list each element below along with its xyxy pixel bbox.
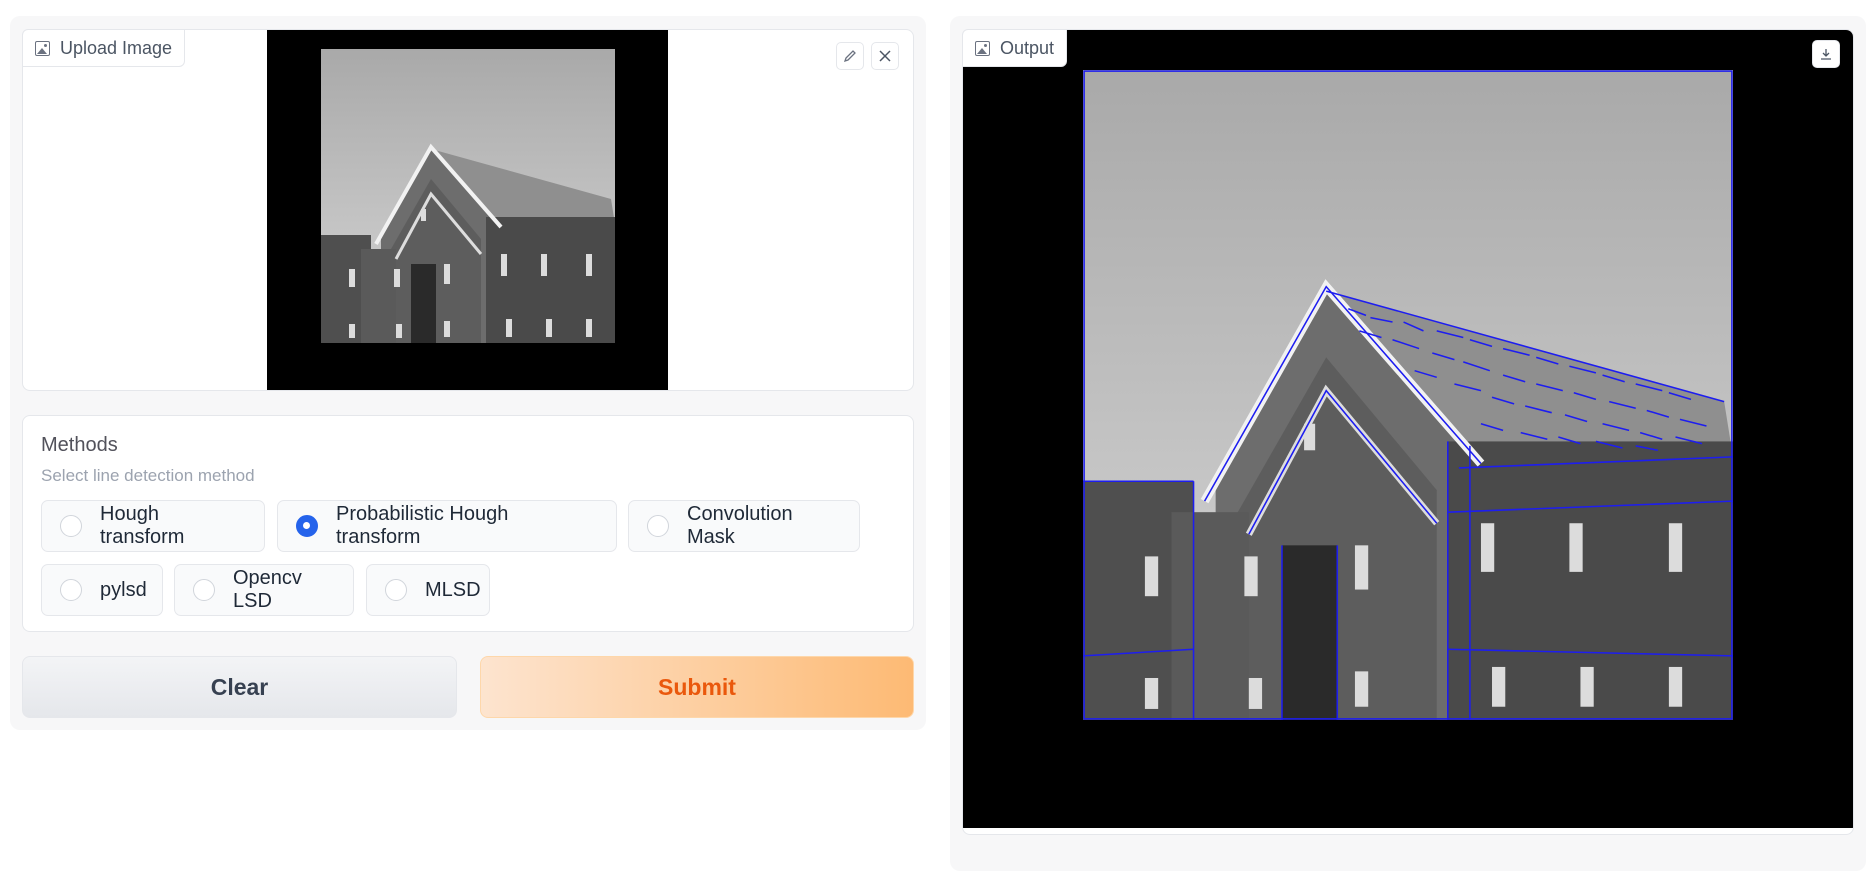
image-icon — [975, 40, 990, 56]
remove-image-button[interactable] — [871, 42, 899, 70]
image-icon — [35, 40, 50, 56]
upload-image-label: Upload Image — [22, 29, 186, 67]
radio-hough-transform[interactable]: Hough transform — [41, 500, 265, 552]
download-icon — [1821, 49, 1831, 60]
radio-dot — [647, 515, 669, 537]
pencil-icon — [843, 50, 856, 63]
download-button[interactable] — [1812, 40, 1840, 68]
radio-dot-selected — [296, 515, 318, 537]
submit-button[interactable]: Submit — [480, 656, 914, 718]
radio-dot — [385, 579, 407, 601]
uploaded-image-frame — [267, 30, 668, 390]
radio-dot — [60, 579, 82, 601]
output-image-card — [962, 29, 1854, 835]
radio-opencv-lsd[interactable]: Opencv LSD — [174, 564, 354, 616]
methods-title: Methods — [41, 434, 118, 456]
radio-mlsd[interactable]: MLSD — [366, 564, 490, 616]
output-label: Output — [962, 29, 1068, 67]
radio-convolution-mask[interactable]: Convolution Mask — [628, 500, 860, 552]
uploaded-building-image — [321, 49, 615, 343]
output-image-frame — [963, 30, 1853, 828]
methods-subtitle: Select line detection method — [41, 466, 255, 485]
upload-image-card[interactable] — [22, 29, 914, 391]
edit-image-button[interactable] — [836, 42, 864, 70]
output-building-image — [1083, 70, 1733, 720]
radio-dot — [193, 579, 215, 601]
radio-pylsd[interactable]: pylsd — [41, 564, 163, 616]
close-icon — [879, 50, 891, 62]
radio-dot — [60, 515, 82, 537]
clear-button[interactable]: Clear — [22, 656, 457, 718]
radio-probabilistic-hough-transform[interactable]: Probabilistic Hough transform — [277, 500, 617, 552]
